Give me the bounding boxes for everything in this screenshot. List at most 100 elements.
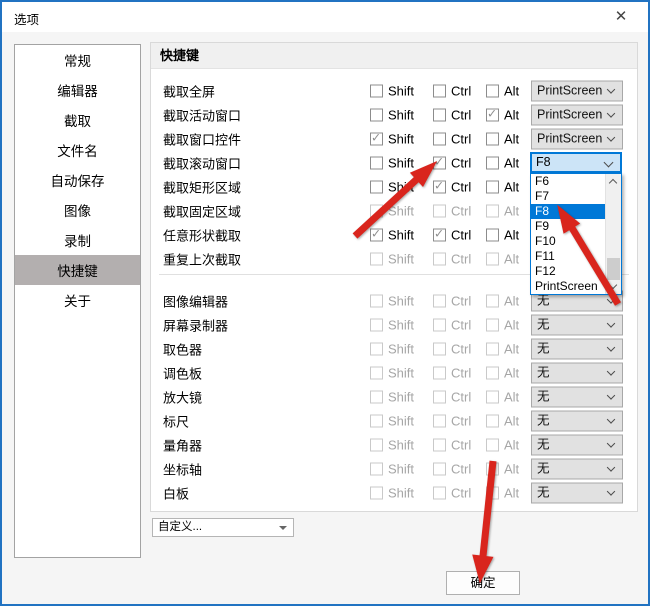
checkbox-box[interactable] [370, 391, 383, 404]
checkbox-box[interactable] [486, 391, 499, 404]
checkbox-box[interactable] [370, 319, 383, 332]
sidebar-item[interactable]: 常规 [15, 45, 140, 75]
hotkey-combobox[interactable]: 无 [531, 315, 623, 336]
dropdown-item[interactable]: F6 [531, 174, 605, 189]
checkbox-box[interactable] [433, 133, 446, 146]
modifier-checkbox-ctrl[interactable]: Ctrl [433, 108, 471, 123]
customize-combobox[interactable]: 自定义... [152, 518, 294, 537]
checkbox-box[interactable] [370, 343, 383, 356]
close-icon[interactable]: ✕ [610, 7, 632, 27]
hotkey-combobox[interactable]: 无 [531, 387, 623, 408]
sidebar-item[interactable]: 文件名 [15, 135, 140, 165]
checkbox-box[interactable] [486, 253, 499, 266]
checkbox-box[interactable] [433, 463, 446, 476]
checkbox-box[interactable]: ✓ [486, 109, 499, 122]
hotkey-combobox[interactable]: PrintScreen [531, 129, 623, 150]
checkbox-box[interactable] [433, 367, 446, 380]
modifier-checkbox-alt[interactable]: Alt [486, 414, 519, 429]
checkbox-box[interactable] [370, 415, 383, 428]
modifier-checkbox-shift[interactable]: Shift [370, 204, 414, 219]
modifier-checkbox-ctrl[interactable]: Ctrl [433, 84, 471, 99]
checkbox-box[interactable] [433, 343, 446, 356]
modifier-checkbox-ctrl[interactable]: Ctrl [433, 390, 471, 405]
modifier-checkbox-alt[interactable]: Alt [486, 228, 519, 243]
checkbox-box[interactable] [433, 439, 446, 452]
modifier-checkbox-shift[interactable]: Shift [370, 108, 414, 123]
hotkey-combobox[interactable]: 无 [531, 363, 623, 384]
modifier-checkbox-alt[interactable]: Alt [486, 438, 519, 453]
hotkey-combobox[interactable]: 无 [531, 435, 623, 456]
modifier-checkbox-alt[interactable]: Alt [486, 84, 519, 99]
checkbox-box[interactable] [486, 319, 499, 332]
checkbox-box[interactable]: ✓ [433, 157, 446, 170]
checkbox-box[interactable] [486, 367, 499, 380]
modifier-checkbox-ctrl[interactable]: Ctrl [433, 342, 471, 357]
checkbox-box[interactable]: ✓ [433, 229, 446, 242]
checkbox-box[interactable] [486, 181, 499, 194]
dropdown-item[interactable]: F10 [531, 234, 605, 249]
modifier-checkbox-shift[interactable]: Shift [370, 252, 414, 267]
modifier-checkbox-alt[interactable]: Alt [486, 486, 519, 501]
modifier-checkbox-alt[interactable]: ✓Alt [486, 108, 519, 123]
checkbox-box[interactable] [486, 415, 499, 428]
modifier-checkbox-shift[interactable]: Shift [370, 84, 414, 99]
modifier-checkbox-shift[interactable]: Shift [370, 180, 414, 195]
modifier-checkbox-alt[interactable]: Alt [486, 132, 519, 147]
modifier-checkbox-ctrl[interactable]: ✓Ctrl [433, 228, 471, 243]
checkbox-box[interactable] [486, 439, 499, 452]
modifier-checkbox-shift[interactable]: Shift [370, 390, 414, 405]
modifier-checkbox-shift[interactable]: Shift [370, 156, 414, 171]
checkbox-box[interactable] [433, 205, 446, 218]
checkbox-box[interactable]: ✓ [370, 133, 383, 146]
checkbox-box[interactable] [433, 295, 446, 308]
hotkey-combobox[interactable]: PrintScreen [531, 105, 623, 126]
modifier-checkbox-shift[interactable]: ✓Shift [370, 228, 414, 243]
checkbox-box[interactable]: ✓ [433, 181, 446, 194]
checkbox-box[interactable] [433, 487, 446, 500]
ok-button[interactable]: 确定 [446, 571, 520, 595]
checkbox-box[interactable] [370, 85, 383, 98]
hotkey-combobox[interactable]: 无 [531, 459, 623, 480]
checkbox-box[interactable] [433, 109, 446, 122]
checkbox-box[interactable] [370, 205, 383, 218]
modifier-checkbox-ctrl[interactable]: Ctrl [433, 438, 471, 453]
modifier-checkbox-shift[interactable]: Shift [370, 486, 414, 501]
checkbox-box[interactable] [486, 85, 499, 98]
modifier-checkbox-ctrl[interactable]: Ctrl [433, 414, 471, 429]
modifier-checkbox-shift[interactable]: Shift [370, 462, 414, 477]
modifier-checkbox-shift[interactable]: Shift [370, 366, 414, 381]
modifier-checkbox-shift[interactable]: Shift [370, 438, 414, 453]
hotkey-combobox[interactable]: 无 [531, 411, 623, 432]
modifier-checkbox-ctrl[interactable]: ✓Ctrl [433, 156, 471, 171]
checkbox-box[interactable] [486, 463, 499, 476]
modifier-checkbox-ctrl[interactable]: Ctrl [433, 366, 471, 381]
checkbox-box[interactable] [370, 463, 383, 476]
modifier-checkbox-alt[interactable]: Alt [486, 294, 519, 309]
checkbox-box[interactable] [370, 253, 383, 266]
dropdown-scrollbar[interactable] [605, 174, 621, 294]
checkbox-box[interactable]: ✓ [370, 229, 383, 242]
checkbox-box[interactable] [433, 319, 446, 332]
modifier-checkbox-alt[interactable]: Alt [486, 366, 519, 381]
hotkey-combobox[interactable]: PrintScreen [531, 81, 623, 102]
scroll-window-hotkey-combobox[interactable]: F8 [530, 152, 622, 173]
sidebar-item[interactable]: 关于 [15, 285, 140, 315]
sidebar-item[interactable]: 编辑器 [15, 75, 140, 105]
checkbox-box[interactable] [486, 133, 499, 146]
modifier-checkbox-alt[interactable]: Alt [486, 462, 519, 477]
modifier-checkbox-ctrl[interactable]: ✓Ctrl [433, 180, 471, 195]
checkbox-box[interactable] [486, 157, 499, 170]
scroll-down-button[interactable] [606, 279, 621, 294]
checkbox-box[interactable] [486, 487, 499, 500]
checkbox-box[interactable] [433, 391, 446, 404]
modifier-checkbox-ctrl[interactable]: Ctrl [433, 252, 471, 267]
sidebar-item[interactable]: 快捷键 [15, 255, 140, 285]
modifier-checkbox-alt[interactable]: Alt [486, 318, 519, 333]
checkbox-box[interactable] [370, 157, 383, 170]
modifier-checkbox-shift[interactable]: Shift [370, 342, 414, 357]
dropdown-item[interactable]: PrintScreen [531, 279, 605, 294]
checkbox-box[interactable] [370, 109, 383, 122]
modifier-checkbox-alt[interactable]: Alt [486, 204, 519, 219]
hotkey-combobox[interactable]: 无 [531, 339, 623, 360]
checkbox-box[interactable] [486, 229, 499, 242]
